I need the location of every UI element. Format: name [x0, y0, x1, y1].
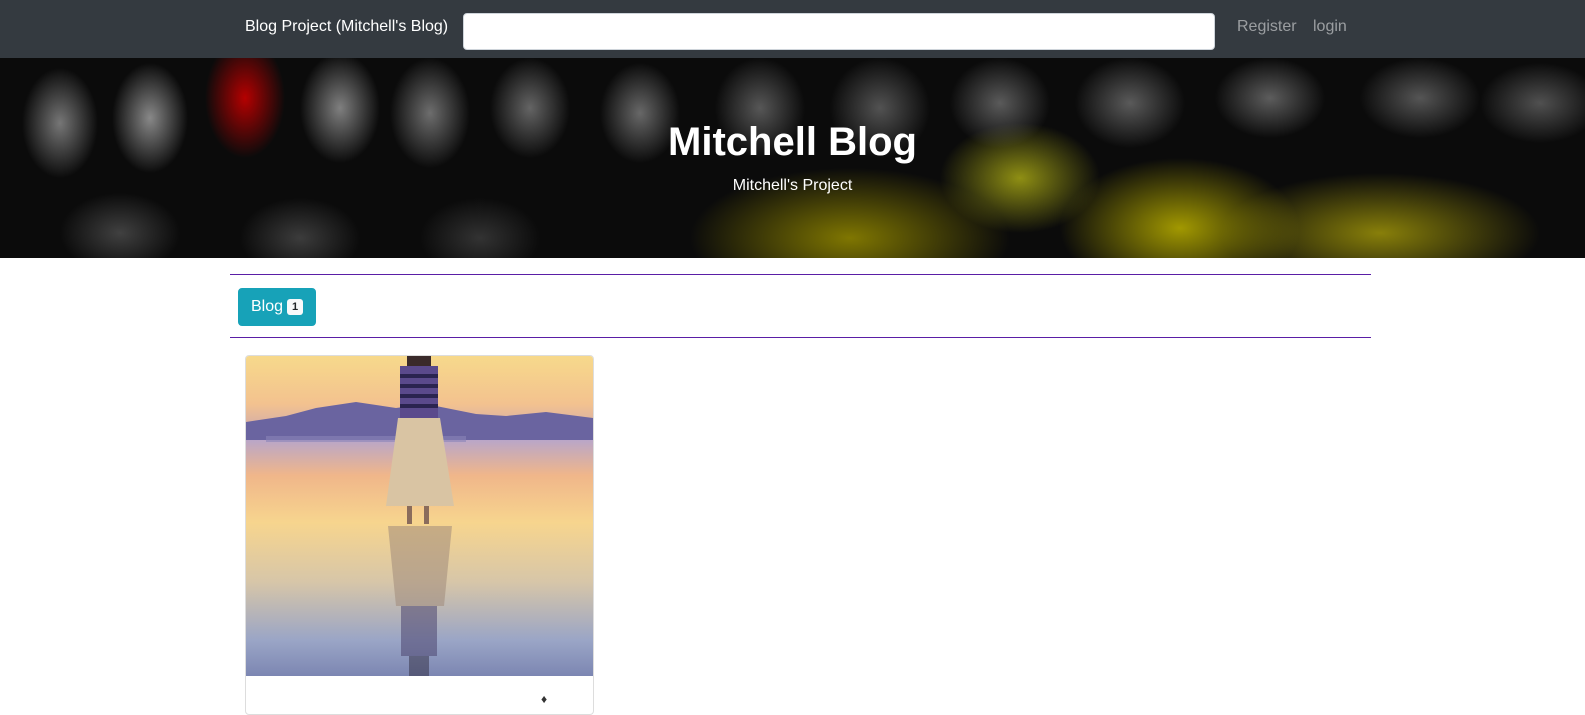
brand-link[interactable]: Blog Project (Mitchell's Blog) [245, 18, 448, 36]
category-label: Blog [251, 298, 284, 315]
register-link[interactable]: Register [1237, 18, 1297, 36]
category-count-badge: 1 [287, 299, 304, 315]
search-input[interactable] [463, 13, 1215, 50]
hero-banner: Mitchell Blog Mitchell's Project [0, 58, 1585, 258]
divider-bottom [230, 337, 1371, 338]
login-link[interactable]: login [1313, 18, 1347, 36]
post-card[interactable]: ♦ [245, 355, 594, 715]
post-thumbnail[interactable] [246, 356, 593, 676]
category-button-blog[interactable]: Blog 1 [238, 288, 317, 326]
top-navbar: Blog Project (Mitchell's Blog) Register … [0, 0, 1585, 58]
hero-title: Mitchell Blog [668, 120, 917, 164]
divider-top [230, 274, 1371, 275]
hero-subtitle: Mitchell's Project [732, 177, 853, 194]
card-footer-icon: ♦ [541, 692, 548, 706]
